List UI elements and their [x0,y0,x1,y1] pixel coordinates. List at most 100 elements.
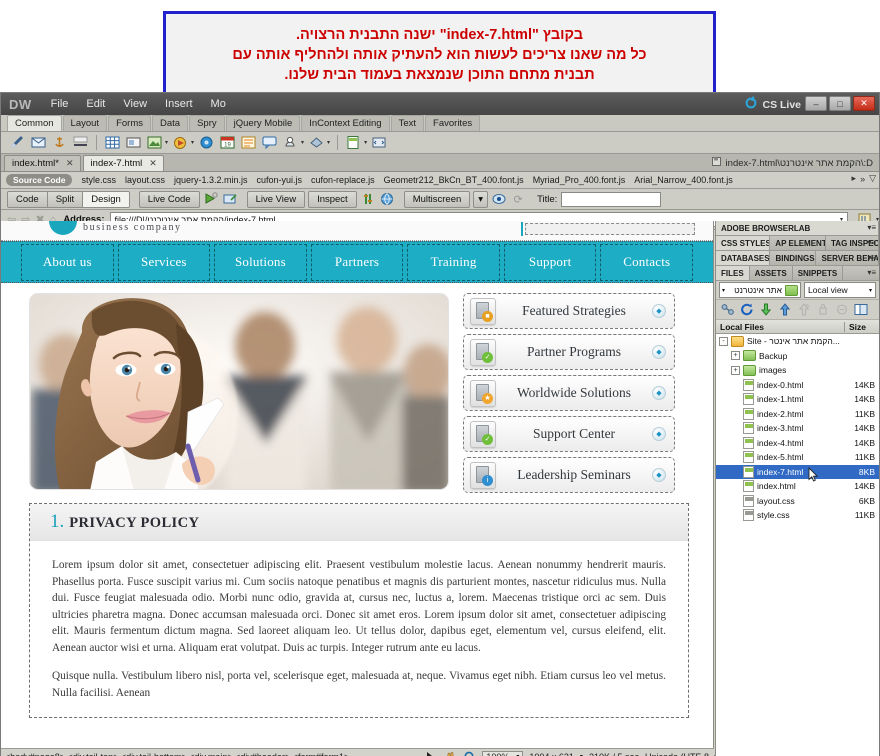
site-select[interactable]: אתר אינטרנט ▾ [719,282,801,298]
page-title-input[interactable] [561,191,662,207]
nav-item-contacts[interactable]: Contacts [600,243,694,281]
related-file-geometr212[interactable]: Geometr212_BkCn_BT_400.font.js [384,175,524,185]
design-view-canvas[interactable]: business company About us Services Solut… [1,221,714,748]
select-tool-icon[interactable] [425,750,438,756]
expand-icon[interactable] [853,302,868,317]
related-file-layout-css[interactable]: layout.css [125,175,165,185]
files-row-layout-css[interactable]: layout.css 6KB [716,494,879,509]
code-view-button[interactable]: Code [8,191,48,207]
comment-icon[interactable] [261,134,278,151]
image-icon[interactable] [146,134,163,151]
refresh-icon[interactable] [739,302,754,317]
menu-edit[interactable]: Edit [77,95,114,113]
insert-tab-data[interactable]: Data [152,115,189,131]
browser-preview-icon[interactable] [379,191,395,207]
side-card-worldwide-solutions[interactable]: ★ Worldwide Solutions ◆ [463,375,675,411]
arrow-bullet-icon[interactable]: ◆ [652,427,666,441]
side-card-leadership-seminars[interactable]: i Leadership Seminars ◆ [463,457,675,493]
table-icon[interactable] [104,134,121,151]
hyperlink-icon[interactable] [9,134,26,151]
files-row-index-3[interactable]: index-3.html 14KB [716,421,879,436]
insert-tab-incontext-editing[interactable]: InContext Editing [301,115,390,131]
related-file-source-code[interactable]: Source Code [6,174,73,186]
panel-menu-icon[interactable]: ▾≡ [867,253,876,262]
named-anchor-icon[interactable] [51,134,68,151]
tag-chooser-icon[interactable] [371,134,388,151]
panel-tab-bindings[interactable]: BINDINGS [770,251,817,265]
view-mode-select[interactable]: Local view ▾ [804,282,876,298]
chevron-down-icon[interactable]: ▾ [869,287,872,294]
insert-tab-jquery-mobile[interactable]: jQuery Mobile [225,115,301,131]
design-view-button[interactable]: Design [83,191,129,207]
live-view-button[interactable]: Live View [246,190,306,208]
connect-icon[interactable] [720,302,735,317]
nav-item-about-us[interactable]: About us [21,243,114,281]
window-size-value[interactable]: 1004 x 621 [529,752,574,756]
zoom-level-select[interactable]: 100% ▾ [482,750,524,756]
check-page-icon[interactable] [491,191,507,207]
panel-tab-assets[interactable]: ASSETS [750,266,793,280]
templates-dropdown-arrow[interactable]: ▾ [364,139,367,146]
server-side-include-icon[interactable] [240,134,257,151]
script-icon[interactable] [308,134,325,151]
email-link-icon[interactable] [30,134,47,151]
side-card-partner-programs[interactable]: ✓ Partner Programs ◆ [463,334,675,370]
minimize-button[interactable]: – [805,96,827,111]
header-search-box[interactable] [525,223,695,235]
insert-tab-forms[interactable]: Forms [108,115,151,131]
script-dropdown-arrow[interactable]: ▾ [327,139,330,146]
insert-tab-layout[interactable]: Layout [62,115,108,131]
refresh-icon[interactable]: ⟳ [510,191,526,207]
horizontal-rule-icon[interactable] [72,134,89,151]
related-file-myriad-pro[interactable]: Myriad_Pro_400.font.js [533,175,626,185]
close-icon[interactable]: ✕ [66,158,74,169]
media-icon[interactable] [172,134,189,151]
filter-icon[interactable]: ▽ [869,173,876,184]
arrow-bullet-icon[interactable]: ◆ [652,345,666,359]
insert-div-icon[interactable] [125,134,142,151]
split-view-button[interactable]: Split [47,191,84,207]
scroll-right-icon[interactable]: ▸ [852,173,857,184]
arrow-bullet-icon[interactable]: ◆ [652,468,666,482]
files-row-site[interactable]: - Site - הקמת אתר אינטר... [716,334,879,349]
files-row-index-7-selected[interactable]: index-7.html 8KB [716,464,879,482]
multiscreen-dropdown[interactable]: ▾ [473,190,489,208]
menu-file[interactable]: File [42,95,78,113]
image-dropdown-arrow[interactable]: ▾ [165,139,168,146]
files-row-backup[interactable]: + Backup [716,349,879,364]
date-icon[interactable]: 19 [219,134,236,151]
widget-icon[interactable] [198,134,215,151]
insert-tab-spry[interactable]: Spry [189,115,225,131]
arrow-bullet-icon[interactable]: ◆ [652,304,666,318]
multiscreen-button[interactable]: Multiscreen [403,190,471,208]
nav-item-partners[interactable]: Partners [310,243,404,281]
panel-tab-snippets[interactable]: SNIPPETS [793,266,844,280]
close-icon[interactable]: ✕ [149,158,157,169]
related-file-cufon-replace[interactable]: cufon-replace.js [311,175,375,185]
files-list[interactable]: - Site - הקמת אתר אינטר... + Backup + im… [716,334,879,756]
insert-tab-favorites[interactable]: Favorites [425,115,481,131]
menu-insert[interactable]: Insert [156,95,202,113]
live-code-button[interactable]: Live Code [138,190,200,208]
head-dropdown-arrow[interactable]: ▾ [301,139,304,146]
close-button[interactable]: ✕ [853,96,875,111]
related-file-arial-narrow[interactable]: Arial_Narrow_400.font.js [634,175,733,185]
files-row-index-0[interactable]: index-0.html 14KB [716,378,879,393]
tag-selector[interactable]: <body#page8> <div.tail-top> <div.tail-bo… [5,752,425,756]
arrow-bullet-icon[interactable]: ◆ [652,386,666,400]
panel-tab-databases[interactable]: DATABASES [716,251,771,265]
panel-tab-css-styles[interactable]: CSS STYLES [716,236,771,250]
get-files-icon[interactable] [758,302,773,317]
menu-modify[interactable]: Mo [202,95,235,113]
nav-item-training[interactable]: Training [407,243,500,281]
insert-tab-text[interactable]: Text [390,115,425,131]
files-row-index-5[interactable]: index-5.html 11KB [716,450,879,465]
files-row-images[interactable]: + images [716,363,879,378]
panel-menu-icon[interactable]: ▾≡ [867,223,876,232]
panel-tab-files[interactable]: FILES [716,266,750,280]
templates-icon[interactable] [345,134,362,151]
files-row-index-html[interactable]: index.html 14KB [716,479,879,494]
inspect-button[interactable]: Inspect [308,190,357,208]
menu-view[interactable]: View [114,95,156,113]
inspect-mode-icon[interactable] [203,191,219,207]
